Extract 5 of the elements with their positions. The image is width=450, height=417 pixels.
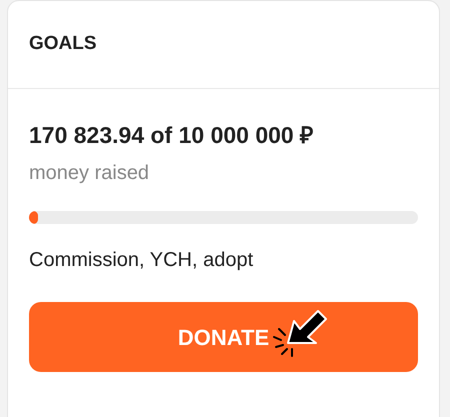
card-title: GOALS: [29, 32, 97, 56]
amount-caption: money raised: [29, 161, 150, 186]
donate-button[interactable]: DONATE: [29, 302, 418, 372]
amount-raised: 170 823.94 of 10 000 000 ₽: [29, 121, 314, 150]
goal-description: Commission, YCH, adopt: [29, 248, 254, 273]
